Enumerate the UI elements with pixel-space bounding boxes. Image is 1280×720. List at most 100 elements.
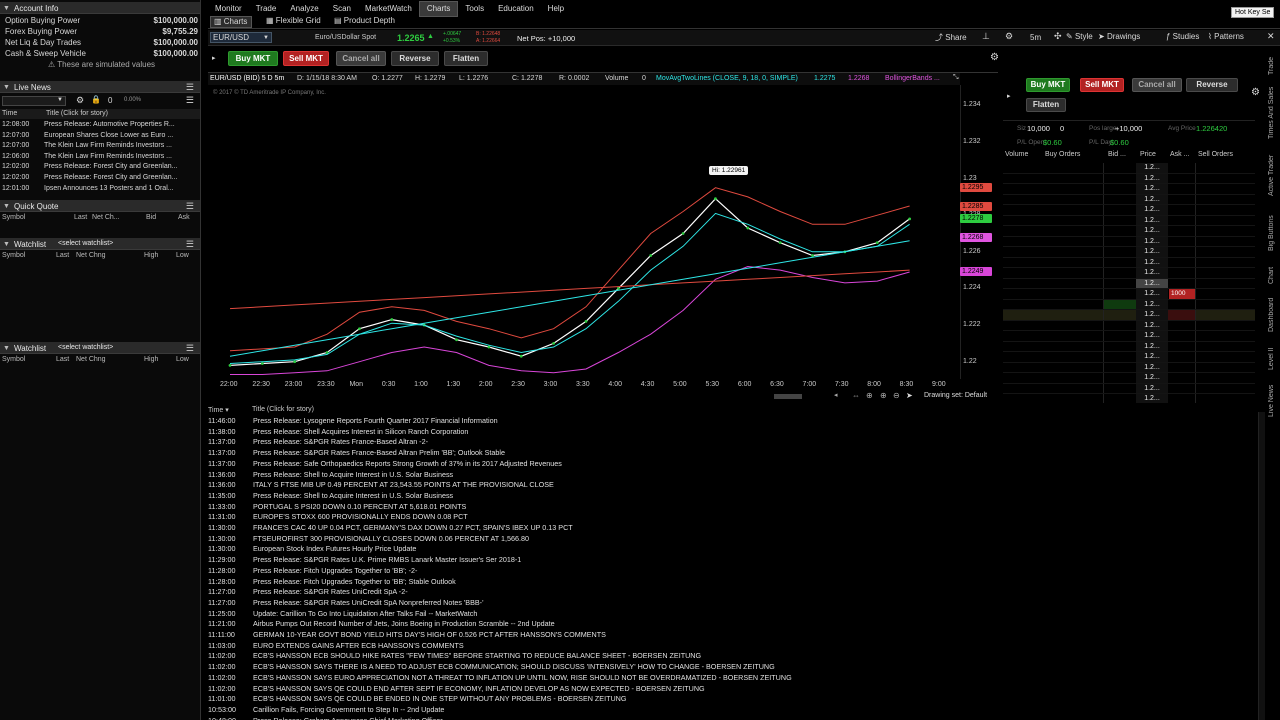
gear-icon[interactable]: ⚙ — [1251, 87, 1260, 98]
menu-charts[interactable]: Charts — [418, 1, 459, 17]
zoom-out-icon[interactable]: ⊖ — [893, 391, 900, 400]
close-icon[interactable]: ⤡ — [953, 74, 959, 82]
symbol-input[interactable]: EUR/USD ▼ — [210, 32, 272, 43]
news-row[interactable]: 11:02:00 ECB'S HANSSON SAYS EURO APPRECIA… — [208, 673, 792, 684]
bid-cell[interactable] — [1103, 194, 1136, 204]
quick-quote-header[interactable]: ▼ Quick Quote ☰ — [0, 200, 200, 212]
menu-help[interactable]: Help — [541, 2, 571, 16]
ladder-row[interactable]: 1.2... — [1003, 257, 1255, 268]
news-row[interactable]: 10:53:00 Carillion Fails, Forcing Governm… — [208, 705, 444, 716]
ask-cell[interactable]: 1000 — [1168, 289, 1196, 299]
studies-button[interactable]: ƒ Studies — [1166, 32, 1199, 41]
expand-icon[interactable]: ⇔ — [852, 391, 860, 400]
news-row[interactable]: 11:30:00 FTSEUROFIRST 300 PROVISIONALLY C… — [208, 534, 529, 545]
bid-cell[interactable] — [1103, 184, 1136, 194]
ask-cell[interactable] — [1168, 373, 1196, 383]
tab-charts[interactable]: ▥ Charts — [210, 16, 252, 28]
news-row[interactable]: 11:33:00 PORTUGAL S PSI20 DOWN 0.10 PERCE… — [208, 502, 466, 513]
at-sell-market-button[interactable]: Sell MKT — [1080, 78, 1124, 92]
list-item[interactable]: 12:01:00 Ipsen Announces 13 Posters and 1… — [0, 184, 200, 195]
ask-cell[interactable] — [1168, 352, 1196, 362]
side-tab-level-ii[interactable]: Level II — [1268, 344, 1278, 374]
ladder-row[interactable]: 1.2... — [1003, 341, 1255, 352]
timeframe-button[interactable]: 5m — [1030, 33, 1041, 42]
bid-cell[interactable] — [1103, 236, 1136, 246]
news-row[interactable]: 11:01:00 ECB'S HANSSON SAYS QE COULD BE E… — [208, 694, 626, 705]
news-row[interactable]: 11:02:00 ECB'S HANSSON ECB SHOULD HIKE RA… — [208, 651, 701, 662]
bid-cell[interactable] — [1103, 257, 1136, 267]
bid-cell[interactable] — [1103, 341, 1136, 351]
menu-trade[interactable]: Trade — [249, 2, 284, 16]
menu-scan[interactable]: Scan — [326, 2, 358, 16]
ask-cell[interactable] — [1168, 310, 1196, 320]
cancel-all-button[interactable]: Cancel all — [336, 51, 386, 66]
ladder-row[interactable]: 1.2... — [1003, 184, 1255, 195]
tab-flexible-grid[interactable]: ▦ Flexible Grid — [264, 16, 324, 28]
scroll-thumb[interactable] — [774, 394, 802, 399]
menu-education[interactable]: Education — [491, 2, 541, 16]
news-row[interactable]: 11:27:00 Press Release: S&PGR Rates UniCr… — [208, 598, 483, 609]
ladder-row[interactable]: 1.2... — [1003, 173, 1255, 184]
col-title[interactable]: Title (Click for story) — [252, 406, 314, 413]
drawing-set[interactable]: Drawing set: Default — [924, 392, 987, 399]
news-row[interactable]: 11:29:00 Press Release: S&PGR Rates U.K. … — [208, 555, 521, 566]
ladder-row[interactable]: 1.2... — [1003, 331, 1255, 342]
bid-cell[interactable] — [1103, 289, 1136, 299]
bid-cell[interactable] — [1103, 205, 1136, 215]
ladder-row[interactable]: 1.2... — [1003, 236, 1255, 247]
share-button[interactable]: ⤴ Share — [935, 32, 967, 43]
flatten-button[interactable]: Flatten — [444, 51, 488, 66]
ask-cell[interactable] — [1168, 341, 1196, 351]
collapse-icon[interactable]: ▼ — [3, 203, 10, 210]
collapse-icon[interactable]: ▼ — [3, 5, 10, 12]
ask-cell[interactable] — [1168, 320, 1196, 330]
bid-cell[interactable] — [1103, 299, 1136, 309]
ask-cell[interactable] — [1168, 394, 1196, 403]
expand-icon[interactable]: ▸ — [212, 54, 216, 62]
bid-cell[interactable] — [1103, 394, 1136, 403]
watchlist-header[interactable]: ▼ Watchlist <select watchlist> ☰ — [0, 342, 200, 354]
bid-cell[interactable] — [1103, 247, 1136, 257]
ladder-row[interactable]: 1.2... — [1003, 362, 1255, 373]
collapse-icon[interactable]: ▼ — [3, 84, 10, 91]
menu-icon[interactable]: ☰ — [186, 343, 194, 354]
ladder-row[interactable]: 1.2... — [1003, 268, 1255, 279]
zoom-in-icon[interactable]: ⊕ — [880, 391, 887, 400]
list-item[interactable]: 12:02:00 Press Release: Forest City and G… — [0, 162, 200, 173]
news-row[interactable]: 11:46:00 Press Release: Lysogene Reports … — [208, 416, 498, 427]
news-row[interactable]: 11:02:00 ECB'S HANSSON SAYS QE COULD END … — [208, 684, 705, 695]
chart-panel[interactable]: EUR/USD (BID) 5 D 5m D: 1/15/18 8:30 AM … — [208, 72, 998, 404]
ladder-row[interactable]: 1.2... — [1003, 205, 1255, 216]
ladder-row[interactable]: 1.2... — [1003, 163, 1255, 174]
ladder-row[interactable]: 1.2... — [1003, 310, 1255, 321]
expand-icon[interactable]: ▸ — [1007, 92, 1011, 100]
ladder-row[interactable]: 1.2... — [1003, 247, 1255, 258]
bid-cell[interactable] — [1103, 383, 1136, 393]
ladder-row[interactable]: 1.2... — [1003, 320, 1255, 331]
side-tab-dashboard[interactable]: Dashboard — [1268, 292, 1278, 338]
watchlist-header[interactable]: ▼ Watchlist <select watchlist> ☰ — [0, 238, 200, 250]
ladder-row[interactable]: 1.2... — [1003, 194, 1255, 205]
bid-cell[interactable] — [1103, 331, 1136, 341]
tab-product-depth[interactable]: ▤ Product Depth — [332, 16, 402, 28]
ladder-row[interactable]: 1.2... 1000 — [1003, 289, 1255, 300]
order-qty-badge[interactable]: 1000 — [1169, 289, 1195, 299]
ask-cell[interactable] — [1168, 299, 1196, 309]
news-row[interactable]: 11:28:00 Press Release: Fitch Upgrades To… — [208, 577, 456, 588]
ask-cell[interactable] — [1168, 247, 1196, 257]
news-row[interactable]: 11:30:00 European Stock Index Futures Hou… — [208, 544, 416, 555]
ask-cell[interactable] — [1168, 278, 1196, 288]
side-tab-times-sales[interactable]: Times And Sales — [1268, 84, 1278, 142]
ladder-row[interactable]: 1.2... — [1003, 215, 1255, 226]
menu-icon[interactable]: ☰ — [186, 82, 194, 93]
ask-cell[interactable] — [1168, 257, 1196, 267]
study-movavg[interactable]: MovAvgTwoLines (CLOSE, 9, 18, 0, SIMPLE) — [656, 75, 798, 82]
bid-cell[interactable] — [1103, 215, 1136, 225]
bid-cell[interactable] — [1103, 163, 1136, 173]
news-row[interactable]: 11:11:00 GERMAN 10-YEAR GOVT BOND YIELD H… — [208, 630, 606, 641]
lock-icon[interactable]: 🔒 — [91, 95, 101, 104]
menu-icon[interactable]: ☰ — [186, 239, 194, 250]
news-row[interactable]: 10:48:00Press Release: Graham Announces … — [208, 716, 443, 720]
bid-cell[interactable] — [1103, 268, 1136, 278]
ladder-row[interactable]: 1.2... — [1003, 299, 1255, 310]
